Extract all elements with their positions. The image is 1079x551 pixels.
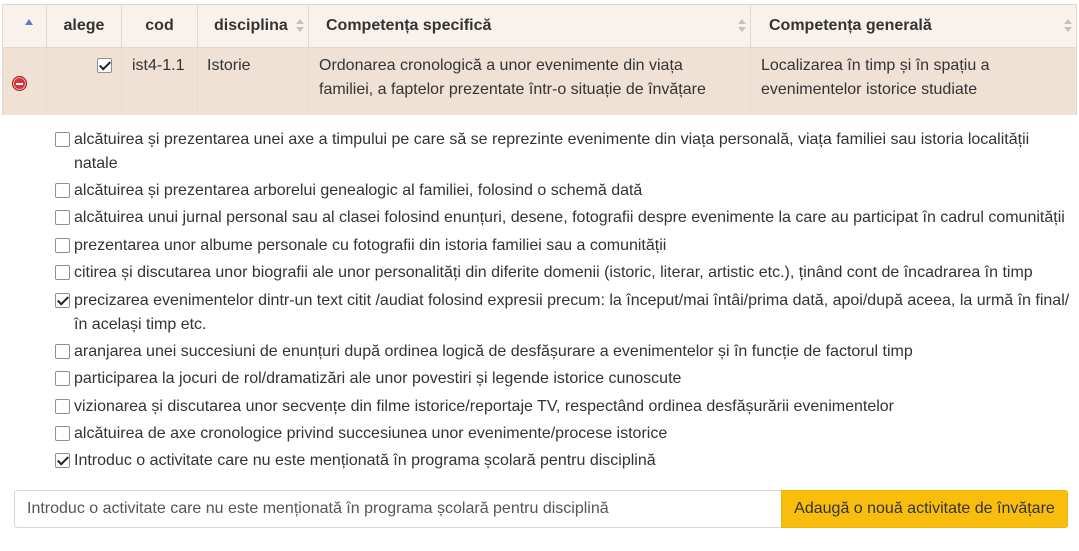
activity-checkbox[interactable] (55, 399, 70, 414)
activity-text: alcătuirea și prezentarea arborelui gene… (74, 182, 643, 199)
row-cod: ist4-1.1 (132, 57, 185, 74)
activity-item[interactable]: alcătuirea și prezentarea arborelui gene… (55, 179, 1070, 203)
activity-item[interactable]: precizarea evenimentelor dintr-un text c… (55, 289, 1070, 337)
activity-text: Introduc o activitate care nu este menți… (74, 452, 656, 469)
header-competenta-specifica[interactable]: Competența specifică (309, 5, 751, 47)
activity-checkbox[interactable] (55, 453, 70, 468)
remove-row-icon[interactable] (12, 76, 27, 91)
header-alege[interactable]: alege (47, 5, 122, 47)
header-competenta-specifica-label: Competența specifică (326, 17, 492, 34)
activity-checkbox[interactable] (55, 426, 70, 441)
activity-text: prezentarea unor albume personale cu fot… (74, 237, 667, 254)
sort-icon (1064, 19, 1072, 33)
activity-text: citirea și discutarea unor biografii ale… (74, 264, 1033, 281)
sort-icon (738, 19, 746, 33)
activity-text: alcătuirea unui jurnal personal sau al c… (74, 209, 1065, 226)
activity-checkbox[interactable] (55, 265, 70, 280)
activity-item[interactable]: aranjarea unei succesiuni de enunțuri du… (55, 340, 1070, 364)
row-competenta-generala-cell: Localizarea în timp și în spațiu a eveni… (751, 48, 1076, 115)
activity-item[interactable]: alcătuirea de axe cronologice privind su… (55, 422, 1070, 446)
activity-checkbox[interactable] (55, 183, 70, 198)
activity-item[interactable]: alcătuirea și prezentarea unei axe a tim… (55, 128, 1070, 176)
activity-item[interactable]: prezentarea unor albume personale cu fot… (55, 234, 1070, 258)
activity-text: alcătuirea de axe cronologice privind su… (74, 425, 668, 442)
activity-checkbox[interactable] (55, 344, 70, 359)
header-cod[interactable]: cod (122, 5, 198, 47)
new-activity-input[interactable] (14, 490, 782, 528)
activity-item[interactable]: vizionarea și discutarea unor secvențe d… (55, 395, 1070, 419)
header-competenta-generala-label: Competența generală (769, 17, 932, 34)
activity-text: participarea la jocuri de rol/dramatizăr… (74, 370, 682, 387)
row-disciplina: Istorie (207, 57, 251, 74)
activity-item[interactable]: Introduc o activitate care nu este menți… (55, 449, 1070, 473)
header-cod-label: cod (145, 17, 174, 34)
sort-ascending-icon[interactable] (25, 19, 33, 25)
activity-checkbox[interactable] (55, 238, 70, 253)
activity-text: alcătuirea și prezentarea unei axe a tim… (74, 131, 1030, 172)
add-activity-button[interactable]: Adaugă o nouă activitate de învățare (781, 490, 1068, 528)
row-cod-cell: ist4-1.1 (122, 48, 198, 115)
activity-text: vizionarea și discutarea unor secvențe d… (74, 398, 894, 415)
row-competenta-specifica-cell: Ordonarea cronologică a unor evenimente … (309, 48, 751, 115)
row-disciplina-cell: Istorie (198, 48, 309, 115)
sort-icon (296, 19, 304, 33)
sort-column-header[interactable] (3, 5, 47, 47)
header-disciplina-label: disciplina (214, 17, 288, 34)
competency-table: alege cod disciplina Competența specific… (2, 4, 1077, 115)
table-row: ist4-1.1 Istorie Ordonarea cronologică a… (2, 48, 1077, 115)
header-disciplina[interactable]: disciplina (198, 5, 309, 47)
activity-item[interactable]: citirea și discutarea unor biografii ale… (55, 261, 1070, 285)
activity-item[interactable]: alcătuirea unui jurnal personal sau al c… (55, 206, 1070, 230)
activity-checkbox[interactable] (55, 210, 70, 225)
row-select-checkbox[interactable] (97, 58, 112, 73)
row-alege-cell (47, 48, 122, 115)
table-header: alege cod disciplina Competența specific… (2, 4, 1077, 48)
header-alege-label: alege (63, 17, 105, 34)
header-competenta-generala[interactable]: Competența generală (751, 5, 1076, 47)
activity-checkbox[interactable] (55, 371, 70, 386)
activity-checkbox[interactable] (55, 132, 70, 147)
row-competenta-generala: Localizarea în timp și în spațiu a eveni… (761, 57, 990, 98)
activity-item[interactable]: participarea la jocuri de rol/dramatizăr… (55, 367, 1070, 391)
row-competenta-specifica: Ordonarea cronologică a unor evenimente … (319, 57, 706, 98)
activity-checkbox[interactable] (55, 293, 70, 308)
activity-text: precizarea evenimentelor dintr-un text c… (74, 292, 1070, 333)
activity-text: aranjarea unei succesiuni de enunțuri du… (74, 343, 913, 360)
